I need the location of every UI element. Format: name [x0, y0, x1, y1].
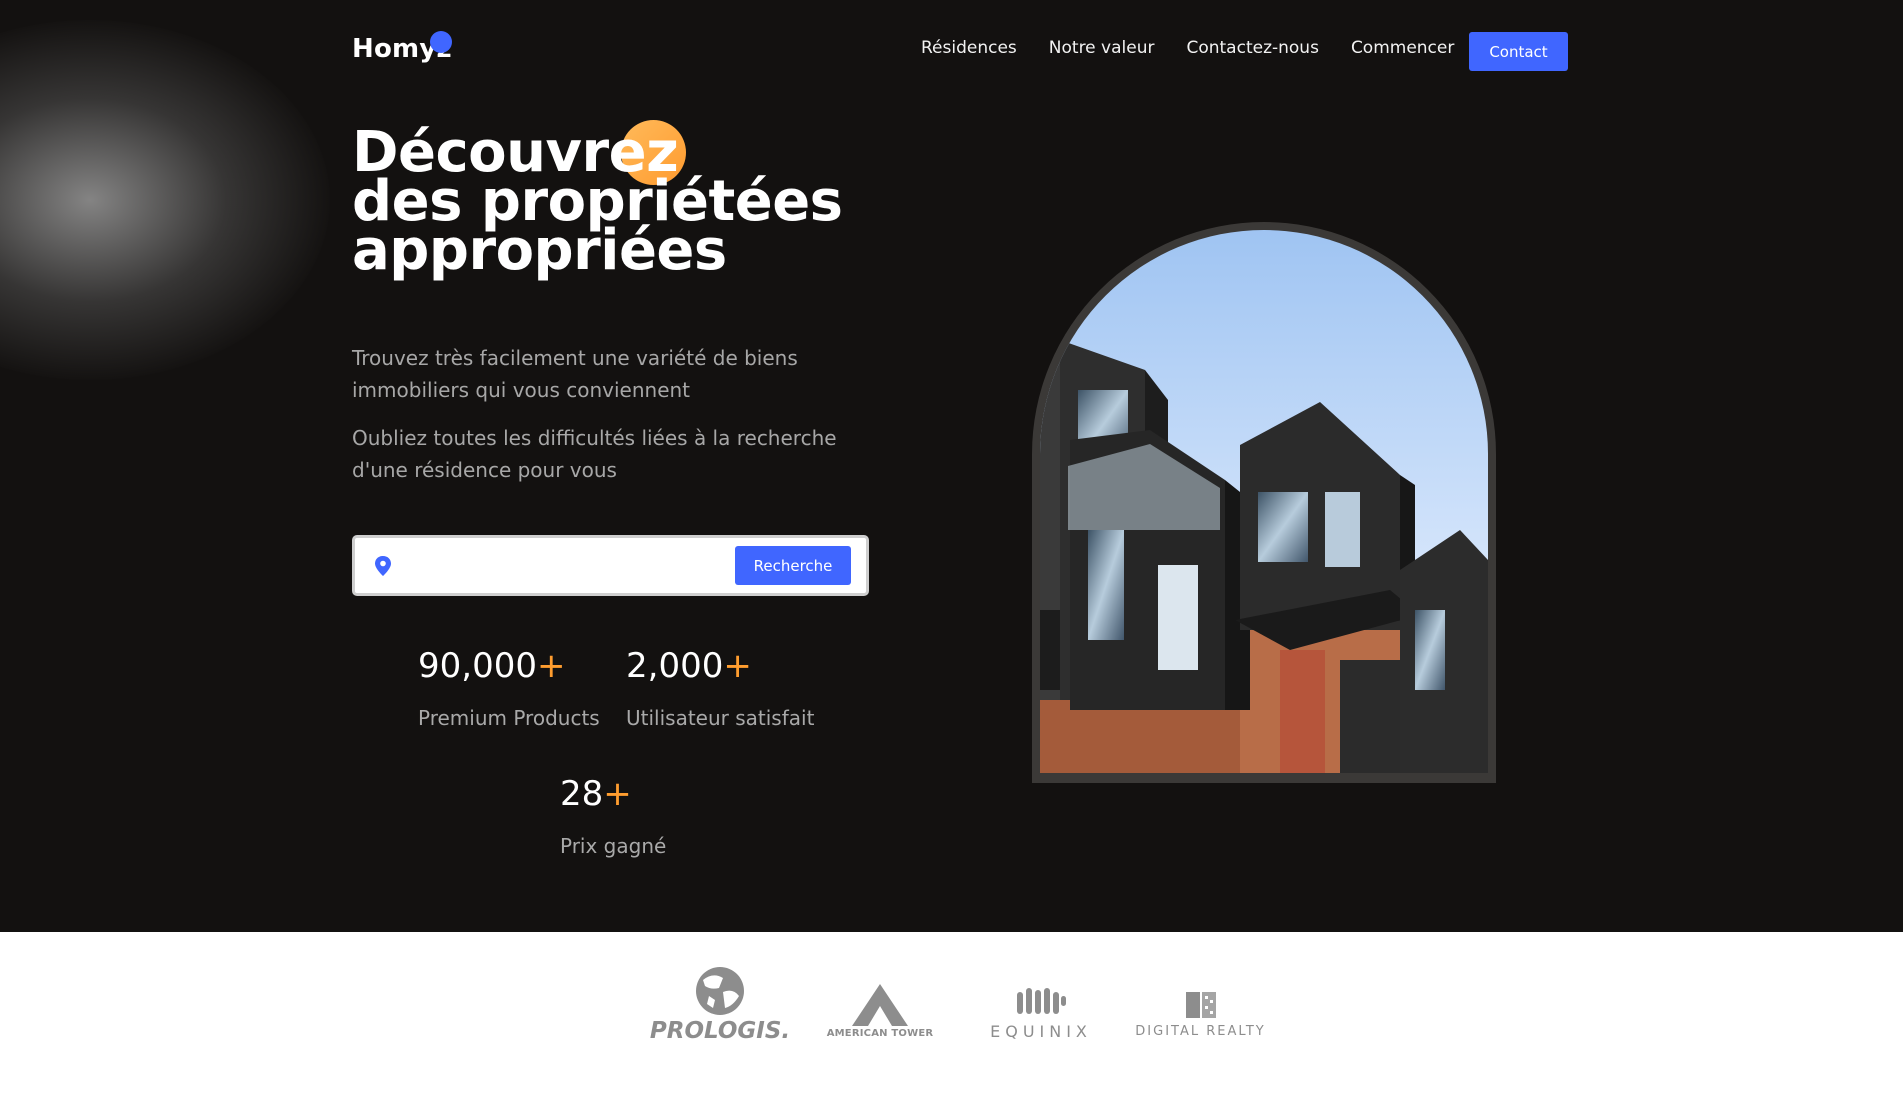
stat-plus: +	[603, 774, 632, 814]
stat-value: 2,000+	[626, 646, 814, 686]
logo-dot-icon	[430, 31, 452, 53]
stat-value: 90,000+	[418, 646, 600, 686]
stat-awards: 28+ Prix gagné	[560, 774, 666, 858]
partner-prologis: PROLOGIS.	[650, 966, 790, 1044]
nav-item-contactez-nous[interactable]: Contactez-nous	[1186, 38, 1318, 58]
partner-digital-realty: DIGITAL REALTY	[1128, 990, 1273, 1039]
stat-label: Premium Products	[418, 706, 600, 730]
partner-name: EQUINIX	[990, 1022, 1092, 1041]
stat-satisfied-users: 2,000+ Utilisateur satisfait	[626, 646, 814, 730]
stat-label: Prix gagné	[560, 834, 667, 858]
stat-plus: +	[536, 646, 566, 686]
american-tower-icon	[852, 984, 908, 1026]
hero-building-image	[1040, 230, 1488, 773]
stat-number: 90,000	[418, 646, 537, 686]
nav-item-residences[interactable]: Résidences	[921, 38, 1017, 58]
nav-item-commencer[interactable]: Commencer	[1351, 38, 1454, 58]
hero-section: Homyz Résidences Notre valeur Contactez-…	[0, 0, 1903, 932]
stat-value: 28+	[560, 774, 666, 814]
hero-description-1: Trouvez très facilement une variété de b…	[352, 346, 798, 402]
prologis-globe-icon	[696, 967, 744, 1015]
partner-american-tower: AMERICAN TOWER	[810, 984, 950, 1039]
partner-logos: PROLOGIS. AMERICAN TOWER EQUINIX DIGITAL…	[0, 932, 1903, 1101]
nav-item-notre-valeur[interactable]: Notre valeur	[1049, 38, 1155, 58]
partner-name: DIGITAL REALTY	[1135, 1024, 1266, 1039]
partner-name: AMERICAN TOWER	[826, 1028, 934, 1039]
stat-premium-products: 90,000+ Premium Products	[418, 646, 600, 730]
stat-label: Utilisateur satisfait	[626, 706, 815, 730]
stat-number: 2,000	[626, 646, 724, 686]
search-input[interactable]	[407, 548, 707, 584]
stat-number: 28	[560, 774, 604, 814]
partner-name: PROLOGIS.	[649, 1018, 791, 1044]
partner-equinix: EQUINIX	[986, 986, 1096, 1041]
search-button[interactable]: Recherche	[735, 546, 851, 585]
stat-plus: +	[723, 646, 752, 686]
hero-description-2: Oubliez toutes les difficultés liées à l…	[352, 426, 837, 482]
location-pin-icon	[373, 555, 393, 577]
search-bar: Recherche	[352, 535, 869, 596]
main-nav: Résidences Notre valeur Contactez-nous C…	[921, 38, 1454, 58]
equinix-bars-icon	[1017, 988, 1066, 1014]
background-glow	[0, 20, 330, 380]
hero-headline: Découvrez des propriétées appropriées	[352, 125, 843, 279]
contact-button[interactable]: Contact	[1469, 32, 1568, 71]
digital-realty-icon	[1185, 992, 1216, 1018]
